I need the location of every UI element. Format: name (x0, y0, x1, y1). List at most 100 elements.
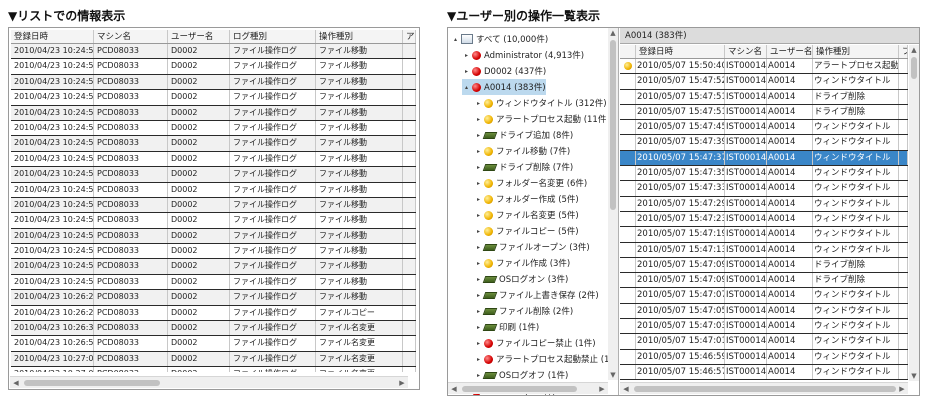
tree-node[interactable]: ▸ ファイルコピー禁止 (1件) (474, 335, 596, 351)
table-row[interactable]: 2010/04/23 10:24:51 PCD08033 D0002 ファイル操作ログ… (11, 90, 416, 106)
table-row[interactable]: 2010/05/07 15:47:52 IST00014 A0014 ウィンドウタイト… (620, 74, 908, 90)
tree-node[interactable]: ▴ すべて (10,000件) (451, 31, 548, 47)
expand-arrow-icon[interactable]: ▸ (474, 116, 483, 123)
log-list-horizontal-scrollbar[interactable]: ◀ ▶ (10, 376, 408, 388)
expand-arrow-icon[interactable]: ▸ (474, 228, 483, 235)
table-row[interactable]: 2010/05/07 15:47:09 IST00014 A0014 ドライブ削除 (620, 257, 908, 274)
tree-node[interactable]: ▸ ファイル削除 (2件) (474, 303, 573, 319)
table-row[interactable]: 2010/05/07 15:47:51 IST00014 A0014 ドライブ削除 (620, 104, 908, 121)
expand-arrow-icon[interactable]: ▸ (462, 52, 471, 59)
table-row[interactable]: 2010/04/23 10:24:51 PCD08033 D0002 ファイル操作ログ… (11, 167, 416, 183)
detail-horizontal-scrollbar[interactable]: ◀ ▶ (620, 382, 908, 394)
scroll-down-icon[interactable]: ▼ (608, 370, 618, 380)
expand-arrow-icon[interactable]: ▸ (474, 356, 483, 363)
table-row[interactable]: 2010/05/07 15:47:51 IST00014 A0014 ドライブ削除 (620, 89, 908, 105)
scroll-thumb[interactable] (911, 57, 917, 79)
scroll-thumb[interactable] (462, 386, 577, 392)
tree-node[interactable]: ▸ フォルダー名変更 (6件) (474, 175, 587, 191)
table-row[interactable]: 2010/04/23 10:24:51 PCD08033 D0002 ファイル操作ログ… (11, 105, 416, 121)
expand-arrow-icon[interactable]: ▸ (474, 100, 483, 107)
table-row[interactable]: 2010/04/23 10:26:23 PCD08033 D0002 ファイル操作ログ… (11, 290, 416, 306)
scroll-up-icon[interactable]: ▲ (608, 28, 618, 38)
scroll-right-icon[interactable]: ▶ (596, 383, 608, 395)
tree-node[interactable]: ▸ ファイル上書き保存 (2件) (474, 287, 599, 303)
column-header-operation[interactable]: 操作種別 (316, 30, 403, 43)
column-header-date[interactable]: 登録日時 (636, 45, 725, 58)
scroll-thumb[interactable] (634, 386, 896, 392)
expand-arrow-icon[interactable]: ▸ (474, 372, 483, 379)
tree-node[interactable]: ▸ ドライブ追加 (8件) (474, 127, 573, 143)
tree-node[interactable]: ▸ 印刷 (1件) (474, 319, 539, 335)
expand-arrow-icon[interactable]: ▸ (474, 340, 483, 347)
table-row[interactable]: 2010/05/07 15:47:39 IST00014 A0014 ウィンドウタイト… (620, 135, 908, 151)
tree-node[interactable]: ▸ ファイル作成 (3件) (474, 255, 570, 271)
column-header-machine[interactable]: マシン名 (94, 30, 168, 43)
table-row[interactable]: 2010/05/07 15:47:45 IST00014 A0014 ウィンドウタイト… (620, 120, 908, 136)
tree-node[interactable]: ▸ OSログオン (3件) (474, 271, 568, 287)
scroll-right-icon[interactable]: ▶ (896, 383, 908, 395)
table-row[interactable]: 2010/04/23 10:24:51 PCD08033 D0002 ファイル操作ログ… (11, 74, 416, 91)
expand-arrow-icon[interactable]: ▸ (462, 68, 471, 75)
table-row[interactable]: 2010/05/07 15:47:13 IST00014 A0014 ウィンドウタイト… (620, 242, 908, 258)
scroll-left-icon[interactable]: ◀ (448, 383, 460, 395)
expand-arrow-icon[interactable]: ▸ (474, 132, 483, 139)
table-row[interactable]: 2010/05/07 15:47:19 IST00014 A0014 ウィンドウタイト… (620, 227, 908, 243)
tree-horizontal-scrollbar[interactable]: ◀ ▶ (448, 382, 608, 394)
expand-arrow-icon[interactable]: ▸ (474, 148, 483, 155)
expand-arrow-icon[interactable]: ▸ (474, 324, 483, 331)
tree-node[interactable]: ▸ ドライブ削除 (7件) (474, 159, 573, 175)
tree-node[interactable]: ▸ D0002 (437件) (462, 63, 546, 79)
table-row[interactable]: 2010/05/07 15:46:59 IST00014 A0014 ウィンドウタイト… (620, 349, 908, 365)
table-row[interactable]: 2010/05/07 15:47:01 IST00014 A0014 ウィンドウタイト… (620, 334, 908, 350)
table-row[interactable]: 2010/05/07 15:47:03 IST00014 A0014 ウィンドウタイト… (620, 319, 908, 335)
tree-vertical-scrollbar[interactable]: ▲ ▼ (608, 28, 618, 380)
collapse-arrow-icon[interactable]: ▴ (462, 84, 471, 91)
expand-arrow-icon[interactable]: ▸ (474, 292, 483, 299)
column-header-operation[interactable]: 操作種別 (813, 45, 899, 58)
column-header-file[interactable]: フ (899, 45, 908, 58)
table-row[interactable]: 2010/04/23 10:24:51 PCD08033 D0002 ファイル操作ログ… (11, 151, 416, 168)
table-row[interactable]: 2010/04/23 10:24:51 PCD08033 D0002 ファイル操作ログ… (11, 44, 416, 60)
expand-arrow-icon[interactable]: ▸ (474, 244, 483, 251)
table-row[interactable]: 2010/05/07 15:47:29 IST00014 A0014 ウィンドウタイト… (620, 196, 908, 212)
table-row[interactable]: 2010/04/23 10:24:51 PCD08033 D0002 ファイル操作ログ… (11, 274, 416, 291)
expand-arrow-icon[interactable]: ▸ (474, 196, 483, 203)
tree-node[interactable]: ▸ ファイル移動 (7件) (474, 143, 570, 159)
expand-arrow-icon[interactable]: ▸ (474, 308, 483, 315)
table-row[interactable]: 2010/04/23 10:24:51 PCD08033 D0002 ファイル操作ログ… (11, 244, 416, 260)
table-row[interactable]: 2010/04/23 10:24:51 PCD08033 D0002 ファイル操作ログ… (11, 136, 416, 152)
table-row[interactable]: 2010/05/07 15:47:33 IST00014 A0014 ウィンドウタイト… (620, 181, 908, 197)
scroll-down-icon[interactable]: ▼ (909, 371, 919, 381)
scroll-up-icon[interactable]: ▲ (909, 45, 919, 55)
detail-vertical-scrollbar[interactable]: ▲ ▼ (909, 45, 919, 381)
column-header-machine[interactable]: マシン名 (725, 45, 767, 58)
column-header-date[interactable]: 登録日時 (11, 30, 94, 43)
table-row[interactable]: 2010/04/23 10:26:27 PCD08033 D0002 ファイル操作ログ… (11, 305, 416, 322)
column-header-alert[interactable]: アラー (403, 30, 416, 43)
table-row[interactable]: 2010/05/07 15:47:05 IST00014 A0014 ウィンドウタイト… (620, 303, 908, 320)
table-row[interactable]: 2010/05/07 15:50:40 IST00014 A0014 アラートプロセス… (620, 59, 908, 75)
scroll-thumb[interactable] (610, 40, 616, 210)
table-row[interactable]: 2010/04/23 10:27:08PCD08033D0002ファイル操作ログ… (11, 367, 416, 372)
column-header-user[interactable]: ユーザー名 (767, 45, 813, 58)
table-row[interactable]: 2010/04/23 10:24:51 PCD08033 D0002 ファイル操作ログ… (11, 182, 416, 198)
tree-node[interactable]: ▸ Administrator (4,913件) (462, 47, 584, 63)
tree-node[interactable]: ▸ ウィンドウタイトル (312件) (474, 95, 607, 111)
tree-node[interactable]: ▸ フォルダー作成 (5件) (474, 191, 579, 207)
table-row[interactable]: 2010/04/23 10:26:34 PCD08033 D0002 ファイル操作ログ… (11, 321, 416, 337)
tree-node[interactable]: ▸ OSログオフ (1件) (474, 367, 568, 383)
table-row[interactable]: 2010/04/23 10:26:59 PCD08033 D0002 ファイル操作ログ… (11, 336, 416, 352)
table-row[interactable]: 2010/05/07 15:47:09 IST00014 A0014 ドライブ削除 (620, 273, 908, 289)
tree-node[interactable]: ▸ ファイルオープン (3件) (474, 239, 590, 255)
table-row[interactable]: 2010/05/07 15:47:35 IST00014 A0014 ウィンドウタイト… (620, 166, 908, 182)
column-header-user[interactable]: ユーザー名 (168, 30, 230, 43)
scroll-left-icon[interactable]: ◀ (620, 383, 632, 395)
expand-arrow-icon[interactable]: ▸ (474, 260, 483, 267)
table-row[interactable]: 2010/04/23 10:24:51 PCD08033 D0002 ファイル操作ログ… (11, 120, 416, 137)
table-row[interactable]: 2010/04/23 10:24:51 PCD08033 D0002 ファイル操作ログ… (11, 259, 416, 275)
expand-arrow-icon[interactable]: ▸ (474, 164, 483, 171)
table-row[interactable]: 2010/04/23 10:24:51 PCD08033 D0002 ファイル操作ログ… (11, 197, 416, 214)
scroll-thumb[interactable] (24, 380, 160, 386)
table-row[interactable]: 2010/05/07 15:46:57 IST00014 A0014 ウィンドウタイト… (620, 364, 908, 381)
expand-arrow-icon[interactable]: ▸ (474, 180, 483, 187)
